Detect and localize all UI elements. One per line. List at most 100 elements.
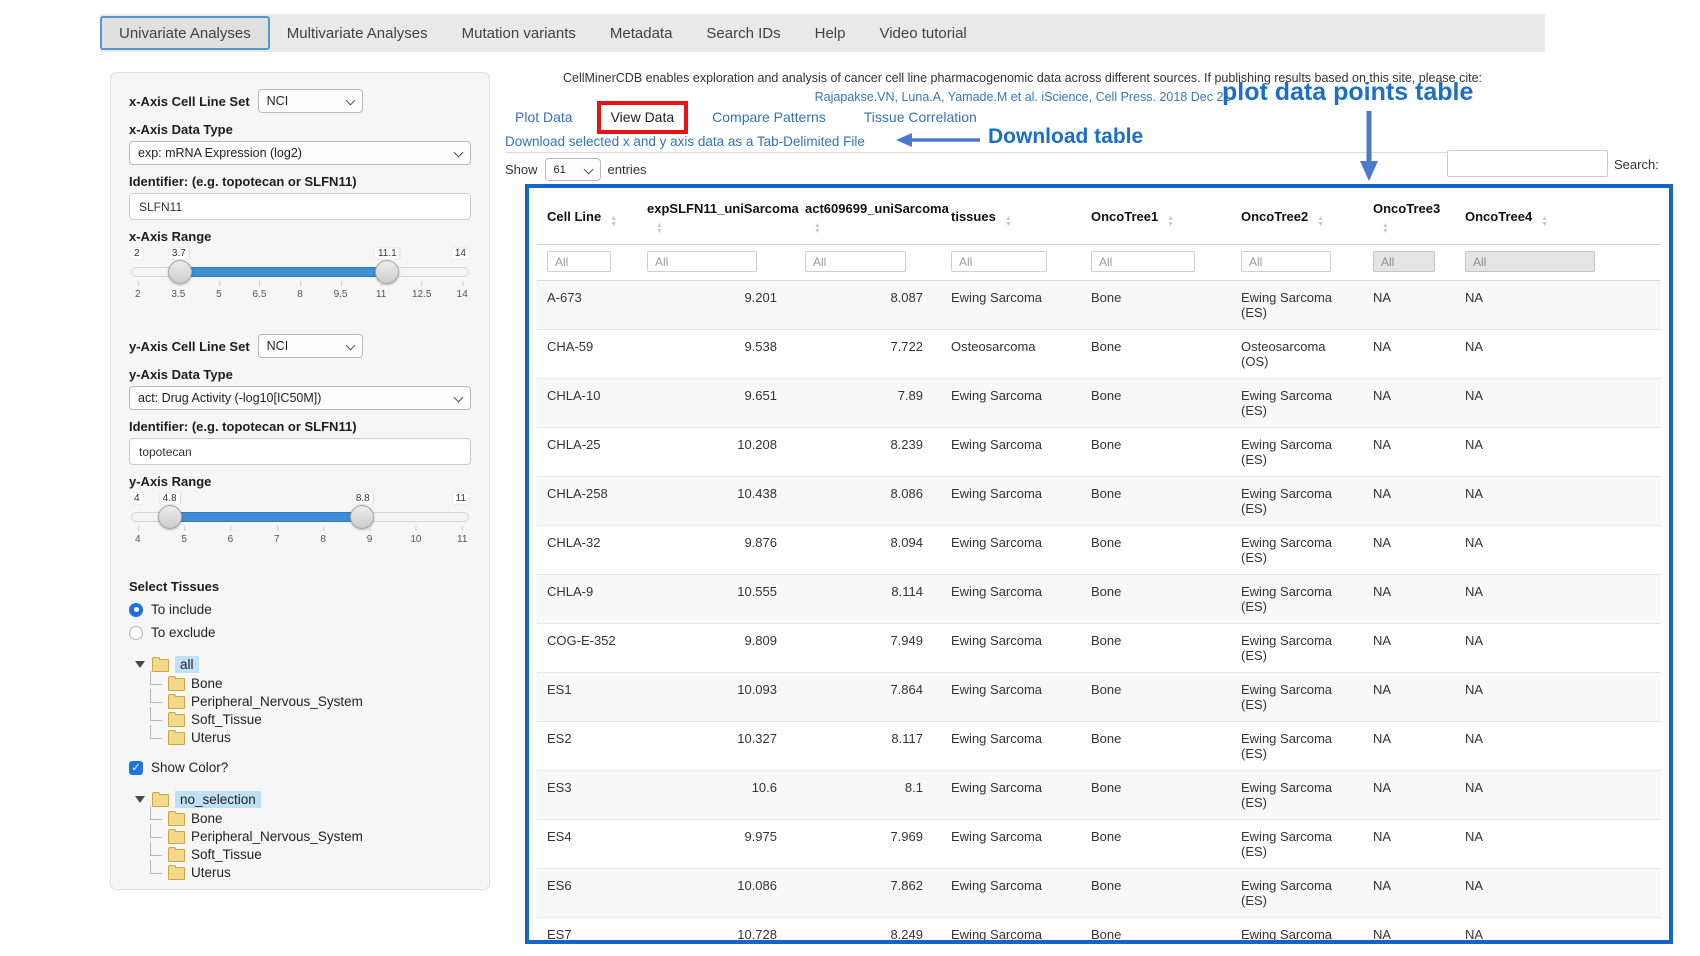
cell-oncotree1: Bone: [1081, 575, 1231, 624]
table-row[interactable]: COG-E-3529.8097.949Ewing SarcomaBoneEwin…: [537, 624, 1661, 673]
table-row[interactable]: CHLA-910.5558.114Ewing SarcomaBoneEwing …: [537, 575, 1661, 624]
tree-node-uterus[interactable]: Uterus: [150, 728, 471, 746]
slider-tick: 5: [181, 534, 187, 545]
search-input[interactable]: [1447, 150, 1608, 177]
table-row[interactable]: CHA-599.5387.722OsteosarcomaBoneOsteosar…: [537, 330, 1661, 379]
table-row[interactable]: CHLA-109.6517.89Ewing SarcomaBoneEwing S…: [537, 379, 1661, 428]
table-row[interactable]: ES710.7288.249Ewing SarcomaBoneEwing Sar…: [537, 918, 1661, 945]
cell-tissues: Ewing Sarcoma: [941, 869, 1081, 918]
nav-tab-mutation-variants[interactable]: Mutation variants: [445, 14, 593, 52]
table-row[interactable]: CHLA-25810.4388.086Ewing SarcomaBoneEwin…: [537, 477, 1661, 526]
table-row[interactable]: ES610.0867.862Ewing SarcomaBoneEwing Sar…: [537, 869, 1661, 918]
tree-expander-icon[interactable]: [135, 796, 145, 803]
cell-oncotree1: Bone: [1081, 526, 1231, 575]
y-axis-data-type-select[interactable]: act: Drug Activity (-log10[IC50M]): [129, 386, 471, 410]
entries-count-select[interactable]: 61: [545, 158, 601, 181]
col-header-oncotree4[interactable]: OncoTree4▲▼: [1455, 190, 1661, 245]
filter-tissues[interactable]: All: [951, 251, 1047, 272]
tab-view-data[interactable]: View Data: [611, 109, 675, 125]
show-color-checkbox[interactable]: ✓: [129, 761, 143, 775]
x-axis-range-slider[interactable]: 23.711.11423.556.589.51112.514: [131, 248, 469, 308]
cell-oncotree3: NA: [1363, 477, 1455, 526]
cell-oncotree2: Ewing Sarcoma (ES): [1231, 379, 1363, 428]
sort-icon[interactable]: ▲▼: [1382, 223, 1389, 235]
sort-icon[interactable]: ▲▼: [814, 223, 821, 235]
col-header-expslfn11-unisarcoma[interactable]: expSLFN11_uniSarcoma▲▼: [637, 190, 795, 245]
tree-node-all[interactable]: all: [175, 656, 199, 673]
tree-node-peripheral-nervous-system[interactable]: Peripheral_Nervous_System: [150, 692, 471, 710]
cell-act609699-unisarcoma: 7.89: [795, 379, 941, 428]
tree-node-bone[interactable]: Bone: [150, 674, 471, 692]
filter-cell-line[interactable]: All: [547, 251, 611, 272]
slider-high-handle[interactable]: [375, 260, 399, 284]
cell-oncotree1: Bone: [1081, 771, 1231, 820]
cell-oncotree3: NA: [1363, 722, 1455, 771]
nav-tab-metadata[interactable]: Metadata: [593, 14, 690, 52]
download-tab-delimited-link[interactable]: Download selected x and y axis data as a…: [505, 134, 865, 149]
table-row[interactable]: ES110.0937.864Ewing SarcomaBoneEwing Sar…: [537, 673, 1661, 722]
table-row[interactable]: ES310.68.1Ewing SarcomaBoneEwing Sarcoma…: [537, 771, 1661, 820]
slider-high-handle[interactable]: [350, 505, 374, 529]
nav-tab-search-ids[interactable]: Search IDs: [689, 14, 797, 52]
x-axis-identifier-input[interactable]: SLFN11: [129, 193, 471, 220]
table-row[interactable]: CHLA-2510.2088.239Ewing SarcomaBoneEwing…: [537, 428, 1661, 477]
cell-cell-line: CHLA-25: [537, 428, 637, 477]
tab-plot-data[interactable]: Plot Data: [515, 109, 573, 125]
col-header-label: OncoTree1: [1091, 209, 1158, 224]
table-row[interactable]: ES49.9757.969Ewing SarcomaBoneEwing Sarc…: [537, 820, 1661, 869]
filter-act609699-unisarcoma[interactable]: All: [805, 251, 906, 272]
left-arrow-icon: [896, 132, 982, 148]
nav-tab-multivariate-analyses[interactable]: Multivariate Analyses: [270, 14, 445, 52]
slider-track[interactable]: [131, 512, 469, 522]
filter-expslfn11-unisarcoma[interactable]: All: [647, 251, 757, 272]
col-header-oncotree3[interactable]: OncoTree3▲▼: [1363, 190, 1455, 245]
slider-track[interactable]: [131, 267, 469, 277]
tree-node-no-selection[interactable]: no_selection: [175, 791, 261, 808]
y-axis-range-slider[interactable]: 44.88.8114567891011: [131, 493, 469, 553]
col-header-tissues[interactable]: tissues▲▼: [941, 190, 1081, 245]
table-row[interactable]: ES210.3278.117Ewing SarcomaBoneEwing Sar…: [537, 722, 1661, 771]
slider-tick: 3.5: [171, 289, 185, 300]
tab-compare-patterns[interactable]: Compare Patterns: [712, 109, 826, 125]
tree-node-soft-tissue[interactable]: Soft_Tissue: [150, 710, 471, 728]
x-axis-data-type-select[interactable]: exp: mRNA Expression (log2): [129, 141, 471, 165]
table-row[interactable]: CHLA-329.8768.094Ewing SarcomaBoneEwing …: [537, 526, 1661, 575]
tab-tissue-correlation[interactable]: Tissue Correlation: [864, 109, 977, 125]
tree-node-bone[interactable]: Bone: [150, 809, 471, 827]
table-row[interactable]: A-6739.2018.087Ewing SarcomaBoneEwing Sa…: [537, 281, 1661, 330]
tree-node-peripheral-nervous-system[interactable]: Peripheral_Nervous_System: [150, 827, 471, 845]
cell-oncotree4: NA: [1455, 918, 1661, 945]
slider-low-handle[interactable]: [168, 260, 192, 284]
tree-node-label: Peripheral_Nervous_System: [191, 829, 363, 844]
sort-icon[interactable]: ▲▼: [1005, 216, 1012, 228]
tree-node-uterus[interactable]: Uterus: [150, 863, 471, 881]
sort-icon[interactable]: ▲▼: [610, 216, 617, 228]
col-header-oncotree2[interactable]: OncoTree2▲▼: [1231, 190, 1363, 245]
radio-to-include[interactable]: [129, 603, 143, 617]
col-header-oncotree1[interactable]: OncoTree1 ▲▼: [1081, 190, 1231, 245]
cell-oncotree1: Bone: [1081, 673, 1231, 722]
x-axis-cell-line-set-select[interactable]: NCI: [258, 89, 363, 113]
nav-tab-video-tutorial[interactable]: Video tutorial: [862, 14, 983, 52]
sort-icon[interactable]: ▲▼: [1167, 216, 1174, 228]
col-header-act609699-unisarcoma[interactable]: act609699_uniSarcoma▲▼: [795, 190, 941, 245]
tree-expander-icon[interactable]: [135, 661, 145, 668]
sort-icon[interactable]: ▲▼: [1317, 216, 1324, 228]
nav-tab-help[interactable]: Help: [798, 14, 863, 52]
cell-tissues: Ewing Sarcoma: [941, 673, 1081, 722]
sort-icon[interactable]: ▲▼: [656, 223, 663, 235]
cell-act609699-unisarcoma: 8.114: [795, 575, 941, 624]
y-axis-cell-line-set-select[interactable]: NCI: [258, 334, 363, 358]
filter-oncotree2[interactable]: All: [1241, 251, 1331, 272]
slider-low-handle[interactable]: [158, 505, 182, 529]
nav-tab-univariate-analyses[interactable]: Univariate Analyses: [100, 16, 270, 50]
cell-oncotree2: Ewing Sarcoma (ES): [1231, 624, 1363, 673]
filter-oncotree1[interactable]: All: [1091, 251, 1195, 272]
radio-to-exclude[interactable]: [129, 626, 143, 640]
col-header-cell-line[interactable]: Cell Line▲▼: [537, 190, 637, 245]
sort-icon[interactable]: ▲▼: [1541, 216, 1548, 228]
y-axis-identifier-input[interactable]: topotecan: [129, 438, 471, 465]
tree-node-label: Bone: [191, 676, 223, 691]
slider-tick: 10: [410, 534, 421, 545]
tree-node-soft-tissue[interactable]: Soft_Tissue: [150, 845, 471, 863]
